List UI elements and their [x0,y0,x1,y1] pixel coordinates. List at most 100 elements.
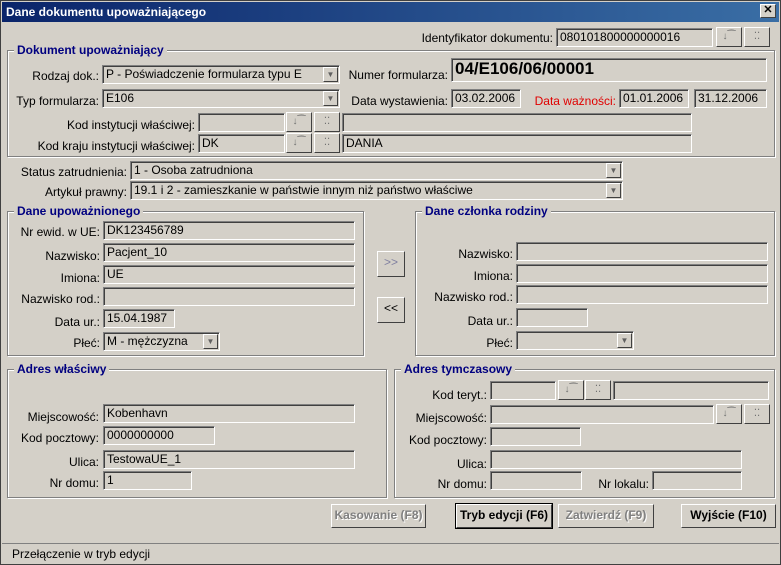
copy-left-button[interactable]: << [377,297,405,323]
kod-inst-lookup-button[interactable]: ↓⁀ [286,112,312,132]
tymczasowy-kod-field[interactable] [490,427,581,446]
status-bar: Przełączenie w tryb edycji [2,543,779,564]
kod-kraju-field[interactable]: DK [198,134,285,153]
lookup-icon: ↓⁀ [722,31,736,42]
nr-domu-field[interactable]: 1 [103,471,192,490]
dokument-group-title: Dokument upoważniający [14,43,167,57]
kod-kraju-name-field[interactable]: DANIA [342,134,692,153]
status-value: 1 - Osoba zatrudniona [134,163,253,177]
wyjscie-button[interactable]: Wyjście (F10) [681,504,776,528]
kod-teryt-name-field[interactable] [613,381,769,400]
doc-id-label: Identyfikator dokumentu: [421,31,553,45]
czlonka-group-title: Dane członka rodziny [422,204,551,218]
tymczasowy-miejscowosc-field[interactable] [490,405,714,424]
chevron-down-icon: ▼ [323,91,338,106]
chevron-down-icon: ▼ [617,333,632,348]
data-waz-label: Data ważności: [534,94,616,108]
czlonka-nazwisko-rod-field[interactable] [516,285,768,304]
tymczasowy-miejscowosc-lookup-button[interactable]: ↓⁀ [716,404,742,424]
rodzaj-value: P - Poświadczenie formularza typu E [106,67,302,81]
ulica-label: Ulica: [68,455,99,469]
tymczasowy-miejscowosc-dots-button[interactable]: ⁚⁚ [744,404,770,424]
tryb-edycji-button[interactable]: Tryb edycji (F6) [455,503,553,529]
dots-icon: ⁚⁚ [594,384,602,395]
czlonka-data-ur-field[interactable] [516,308,588,327]
lookup-icon: ↓⁀ [292,116,306,127]
plec-select[interactable]: M - mężczyzna ▼ [103,332,220,351]
imiona-field[interactable]: UE [103,265,355,284]
rodzaj-label: Rodzaj dok.: [32,69,99,83]
kod-teryt-label: Kod teryt.: [432,388,487,402]
czlonka-nazwisko-label: Nazwisko: [458,247,513,261]
kod-teryt-field[interactable] [490,381,556,400]
data-waz-to-field[interactable]: 31.12.2006 [694,89,767,108]
doc-id-lookup-button[interactable]: ↓⁀ [716,27,742,47]
tymczasowy-miejscowosc-label: Miejscowość: [415,411,487,425]
dots-icon: ⁚⁚ [753,31,761,42]
artykul-label: Artykuł prawny: [44,185,127,199]
window-title: Dane dokumentu upoważniającego [6,5,207,19]
data-wyst-label: Data wystawienia: [351,94,448,108]
nr-lokalu-field[interactable] [652,471,742,490]
kasowanie-button[interactable]: Kasowanie (F8) [331,504,426,528]
kod-inst-dots-button[interactable]: ⁚⁚ [314,112,340,132]
czlonka-nazwisko-rod-label: Nazwisko rod.: [434,290,513,304]
kod-kraju-dots-button[interactable]: ⁚⁚ [314,133,340,153]
typ-label: Typ formularza: [16,94,99,108]
rodzaj-select[interactable]: P - Poświadczenie formularza typu E ▼ [102,65,340,84]
zatwierdz-button[interactable]: Zatwierdź (F9) [558,504,654,528]
data-wyst-field[interactable]: 03.02.2006 [451,89,521,108]
kod-teryt-lookup-button[interactable]: ↓⁀ [558,380,584,400]
plec-value: M - mężczyzna [107,334,188,348]
kod-inst-field[interactable] [198,113,285,132]
copy-right-button[interactable]: >> [377,251,405,277]
czlonka-imiona-label: Imiona: [473,269,513,283]
czlonka-nazwisko-field[interactable] [516,242,768,261]
typ-value: E106 [106,91,135,105]
typ-select[interactable]: E106 ▼ [102,89,340,108]
chevron-down-icon: ▼ [323,67,338,82]
czlonka-data-ur-label: Data ur.: [467,314,513,328]
doc-id-dots-button[interactable]: ⁚⁚ [744,27,770,47]
czlonka-imiona-field[interactable] [516,264,768,283]
nr-ewid-field[interactable]: DK123456789 [103,221,355,240]
tymczasowy-ulica-label: Ulica: [456,457,487,471]
data-waz-from-field[interactable]: 01.01.2006 [619,89,689,108]
ulica-field[interactable]: TestowaUE_1 [103,450,355,469]
kod-pocztowy-label: Kod pocztowy: [20,431,99,445]
numer-field[interactable]: 04/E106/06/00001 [451,58,767,82]
plec-label: Płeć: [73,336,100,350]
status-select[interactable]: 1 - Osoba zatrudniona ▼ [130,161,623,180]
kod-inst-name-field[interactable] [342,113,692,132]
miejscowosc-field[interactable]: Kobenhavn [103,404,355,423]
czlonka-plec-select[interactable]: ▼ [516,331,634,350]
artykul-select[interactable]: 19.1 i 2 - zamieszkanie w państwie innym… [130,181,623,200]
nazwisko-rod-label: Nazwisko rod.: [21,292,100,306]
dots-icon: ⁚⁚ [323,137,331,148]
kod-kraju-lookup-button[interactable]: ↓⁀ [286,133,312,153]
lookup-icon: ↓⁀ [722,408,736,419]
status-text: Przełączenie w tryb edycji [12,547,151,561]
tymczasowy-nr-domu-field[interactable] [490,471,582,490]
adres-wlasciwy-group-title: Adres właściwy [14,362,110,376]
close-button[interactable]: ✕ [760,4,776,18]
kod-teryt-dots-button[interactable]: ⁚⁚ [585,380,611,400]
upowaznionego-group-title: Dane upoważnionego [14,204,144,218]
status-label: Status zatrudnienia: [20,165,127,179]
nazwisko-field[interactable]: Pacjent_10 [103,243,355,262]
nazwisko-rod-field[interactable] [103,287,355,306]
lookup-icon: ↓⁀ [292,137,306,148]
chevron-down-icon: ▼ [203,334,218,349]
kod-pocztowy-field[interactable]: 0000000000 [103,426,215,445]
chevron-down-icon: ▼ [606,183,621,198]
lookup-icon: ↓⁀ [564,384,578,395]
chevron-down-icon: ▼ [606,163,621,178]
doc-id-field[interactable]: 080101800000000016 [556,28,713,47]
artykul-value: 19.1 i 2 - zamieszkanie w państwie innym… [134,183,473,197]
adres-tymczasowy-group-title: Adres tymczasowy [401,362,516,376]
dialog-window: Dane dokumentu upoważniającego ✕ Identyf… [0,0,781,565]
tymczasowy-ulica-field[interactable] [490,450,742,469]
nr-domu-label: Nr domu: [49,476,99,490]
czlonka-plec-label: Płeć: [486,336,513,350]
data-ur-field[interactable]: 15.04.1987 [103,309,175,328]
